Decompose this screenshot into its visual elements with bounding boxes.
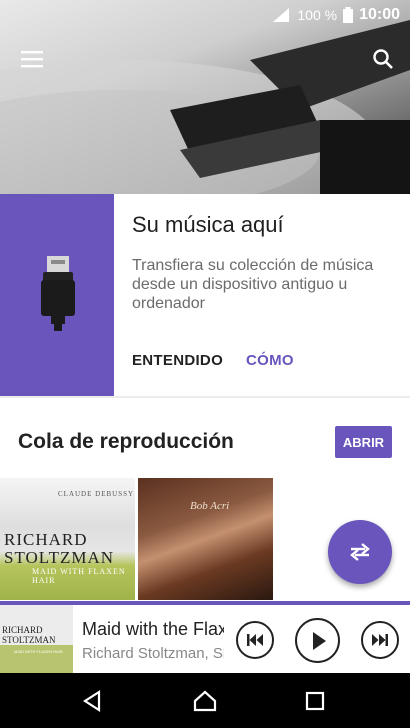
promo-card: Su música aquí Transfiera su colección d… [0, 194, 410, 396]
now-playing-album-art: RICHARD STOLTZMAN MAID WITH FLAXEN HAIR [0, 605, 73, 673]
home-icon[interactable] [185, 683, 225, 719]
thumb-artist-line1: RICHARD [2, 625, 43, 635]
open-queue-button[interactable]: ABRIR [335, 426, 392, 458]
skip-next-icon [372, 634, 388, 646]
dismiss-button[interactable]: ENTENDIDO [132, 352, 223, 369]
album-cover-stoltzman[interactable]: CLAUDE DEBUSSY RICHARD STOLTZMAN MAID WI… [0, 478, 135, 600]
system-navigation-bar [0, 673, 410, 728]
status-bar: 100 % 10:00 [0, 0, 410, 30]
thumb-artist-line2: STOLTZMAN [2, 635, 56, 645]
promo-description: Transfiera su colección de música desde … [132, 257, 374, 312]
play-button[interactable] [295, 618, 340, 663]
album-cover-text: Bob Acri [190, 500, 230, 512]
queue-title: Cola de reproducción [18, 430, 234, 453]
previous-button[interactable] [236, 621, 274, 659]
now-playing-title: Maid with the Flaxen Hair [82, 619, 224, 639]
how-button[interactable]: CÓMO [246, 352, 294, 369]
usb-cable-icon [41, 256, 75, 331]
repeat-icon [350, 543, 370, 561]
now-playing-artist: Richard Stoltzman, Slovak Radio Symphony… [82, 645, 224, 662]
signal-icon [273, 8, 290, 22]
play-icon [312, 631, 326, 650]
hamburger-menu-icon[interactable] [17, 44, 47, 74]
clock: 10:00 [359, 6, 400, 23]
search-icon[interactable] [368, 44, 398, 74]
now-playing-bar[interactable]: RICHARD STOLTZMAN MAID WITH FLAXEN HAIR … [0, 601, 410, 673]
album-cover-bob-acri[interactable]: Bob Acri [138, 478, 273, 600]
promo-title: Su música aquí [132, 212, 284, 237]
skip-previous-icon [247, 634, 263, 646]
next-button[interactable] [361, 621, 399, 659]
album-artist-line2: STOLTZMAN [4, 548, 115, 567]
repeat-button[interactable] [328, 520, 392, 584]
album-composer: CLAUDE DEBUSSY [58, 490, 135, 498]
battery-icon [343, 7, 354, 23]
album-title: MAID WITH FLAXEN HAIR [32, 567, 126, 585]
battery-percentage: 100 % [297, 7, 338, 23]
recents-icon[interactable] [295, 683, 335, 719]
album-artist-line1: RICHARD [4, 530, 88, 549]
thumb-album-title: MAID WITH FLAXEN HAIR [14, 649, 63, 654]
promo-card-panel [0, 194, 114, 396]
back-icon[interactable] [72, 683, 112, 719]
